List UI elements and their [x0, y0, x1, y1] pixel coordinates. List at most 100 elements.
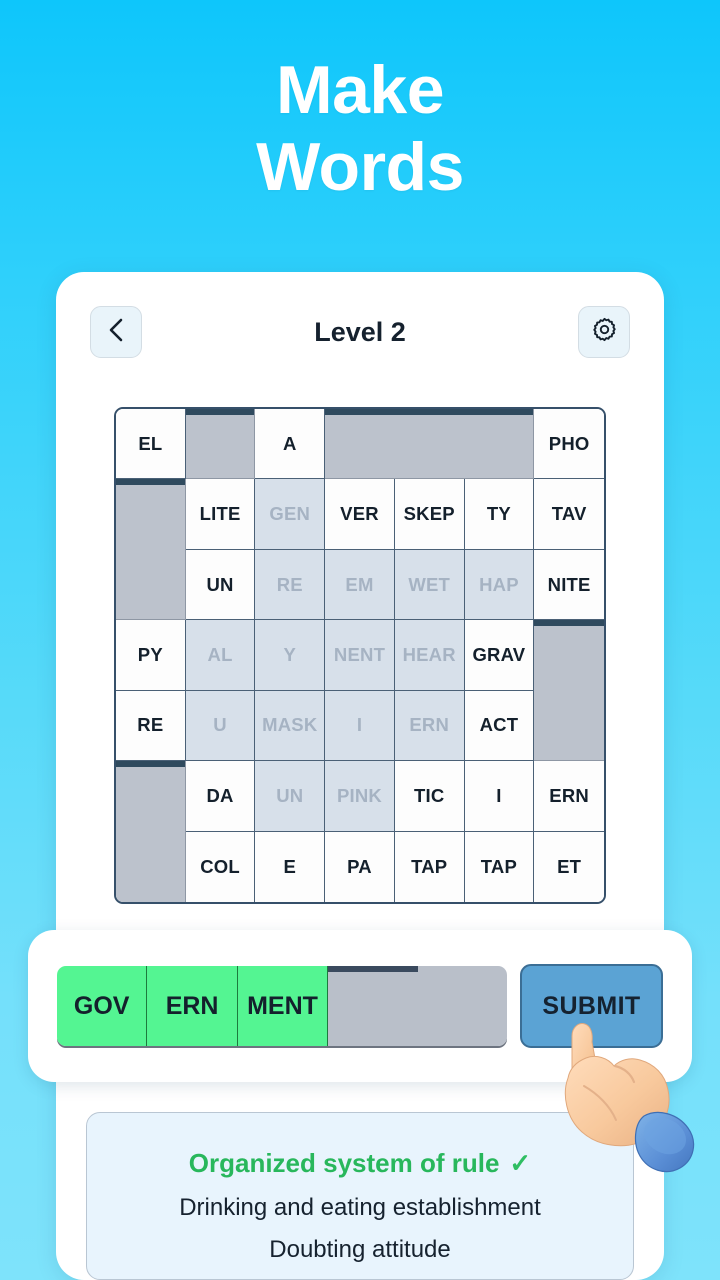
grid-cell-label: TAP — [411, 855, 448, 877]
back-button[interactable] — [90, 306, 142, 358]
grid-cell[interactable]: ET — [534, 831, 604, 902]
grid-cell-label: ERN — [549, 784, 589, 806]
grid-cell[interactable]: NENT — [325, 620, 395, 691]
answer-slot-filled[interactable]: GOV — [57, 966, 148, 1046]
grid-cell[interactable]: WET — [394, 549, 465, 621]
grid-cell[interactable]: HAP — [464, 549, 535, 621]
grid-cell[interactable]: PINK — [325, 761, 395, 832]
grid-cell[interactable]: I — [464, 761, 535, 832]
grid-cell[interactable]: PY — [116, 620, 186, 691]
grid-cell[interactable]: EL — [116, 409, 186, 480]
grid-cell[interactable]: EM — [325, 549, 395, 621]
grid-cell — [464, 409, 535, 480]
grid-cell[interactable]: TAP — [394, 831, 465, 902]
grid-cell-label: I — [356, 714, 363, 736]
grid-cell-label: I — [496, 784, 502, 806]
grid-cell[interactable]: TAP — [464, 831, 535, 902]
grid-cell-label: ET — [557, 855, 582, 877]
grid-cell[interactable]: AL — [185, 620, 256, 691]
grid-cell[interactable]: GEN — [255, 479, 326, 550]
grid-cell-label: E — [283, 855, 297, 877]
grid-cell[interactable]: GRAV — [464, 620, 535, 691]
word-grid-cells: EL A PHO LITE GEN VER SKEP TY TAV UN RE EM WET HAP NIT… — [116, 409, 604, 902]
grid-cell[interactable]: COL — [185, 831, 256, 902]
clue-item: Doubting attitude — [87, 1229, 633, 1271]
grid-cell[interactable]: U — [185, 690, 256, 762]
answer-slot-label: MENT — [247, 991, 318, 1020]
headline-line-1: Make — [275, 52, 445, 128]
clue-solved-check-icon: ✓ — [509, 1148, 532, 1178]
grid-cell[interactable]: A — [255, 409, 326, 480]
grid-cell-label: TAP — [480, 855, 518, 877]
grid-cell — [534, 690, 604, 762]
grid-cell-label: TY — [486, 503, 511, 525]
gear-icon — [591, 316, 618, 348]
grid-cell — [116, 761, 186, 832]
answer-slot-label: GOV — [73, 991, 130, 1020]
grid-cell[interactable]: VER — [325, 479, 395, 550]
grid-cell-label: HEAR — [402, 643, 456, 665]
grid-cell-label: NENT — [333, 643, 386, 665]
grid-cell[interactable]: TY — [464, 479, 535, 550]
grid-cell — [116, 479, 186, 550]
grid-cell[interactable]: MASK — [255, 690, 326, 762]
app-headline: Make Words — [0, 52, 720, 206]
grid-cell-label: GRAV — [472, 643, 526, 665]
word-grid[interactable]: EL A PHO LITE GEN VER SKEP TY TAV UN RE EM WET HAP NIT… — [114, 407, 606, 904]
grid-cell-label: VER — [340, 503, 379, 525]
clue-text: Organized system of rule — [188, 1148, 500, 1178]
grid-cell-label: EL — [138, 432, 163, 454]
grid-cell[interactable]: ERN — [394, 690, 465, 762]
grid-cell[interactable]: LITE — [185, 479, 256, 550]
answer-slot-empty[interactable] — [328, 966, 419, 1046]
answer-slots[interactable]: GOV ERN MENT — [57, 966, 507, 1046]
grid-cell[interactable]: NITE — [534, 549, 604, 621]
grid-cell[interactable]: ACT — [464, 690, 535, 762]
grid-cell[interactable]: DA — [185, 761, 256, 832]
grid-cell[interactable]: UN — [185, 549, 256, 621]
grid-cell-label: Y — [283, 643, 297, 665]
grid-cell[interactable]: UN — [255, 761, 326, 832]
grid-cell-label: HAP — [479, 573, 519, 595]
grid-cell[interactable]: ERN — [534, 761, 604, 832]
answer-slot-filled[interactable]: ERN — [147, 966, 238, 1046]
grid-cell-label: PINK — [336, 784, 382, 806]
headline-line-2: Words — [256, 128, 464, 205]
grid-cell-label: PHO — [548, 432, 590, 454]
grid-cell[interactable]: Y — [255, 620, 326, 691]
grid-cell[interactable]: PA — [325, 831, 395, 902]
clue-text: Doubting attitude — [269, 1235, 451, 1263]
grid-cell[interactable]: E — [255, 831, 326, 902]
grid-cell[interactable]: I — [325, 690, 395, 762]
clue-text: Drinking and eating establishment — [179, 1193, 541, 1221]
grid-cell[interactable]: PHO — [534, 409, 604, 480]
grid-cell-label: ERN — [409, 714, 450, 736]
grid-cell — [534, 620, 604, 691]
grid-cell-label: GEN — [269, 503, 311, 525]
grid-cell-label: LITE — [199, 503, 241, 525]
grid-cell[interactable]: RE — [255, 549, 326, 621]
grid-cell-label: U — [213, 714, 227, 736]
grid-cell[interactable]: HEAR — [394, 620, 465, 691]
clue-list: Organized system of rule ✓ Drinking and ea… — [86, 1112, 634, 1280]
grid-cell-label: TAV — [551, 503, 587, 525]
grid-cell — [325, 409, 395, 480]
grid-cell[interactable]: SKEP — [394, 479, 465, 550]
grid-cell-label: A — [283, 432, 297, 454]
grid-cell-label: PY — [137, 643, 163, 665]
settings-button[interactable] — [578, 306, 630, 358]
grid-cell-label: MASK — [262, 714, 318, 736]
grid-cell — [116, 549, 186, 621]
grid-cell-label: PA — [347, 855, 372, 877]
grid-cell-label: RE — [137, 714, 164, 736]
answer-slot-label: ERN — [165, 991, 219, 1020]
answer-slot-empty[interactable] — [417, 966, 507, 1046]
grid-cell-label: TIC — [414, 784, 445, 806]
grid-cell[interactable]: TAV — [534, 479, 604, 550]
clue-item: Drinking and eating establishment — [87, 1187, 633, 1229]
answer-slot-filled[interactable]: MENT — [237, 966, 329, 1046]
chevron-left-icon — [106, 317, 126, 348]
grid-cell[interactable]: TIC — [394, 761, 465, 832]
grid-cell[interactable]: RE — [116, 690, 186, 762]
submit-button[interactable]: SUBMIT — [520, 964, 663, 1048]
